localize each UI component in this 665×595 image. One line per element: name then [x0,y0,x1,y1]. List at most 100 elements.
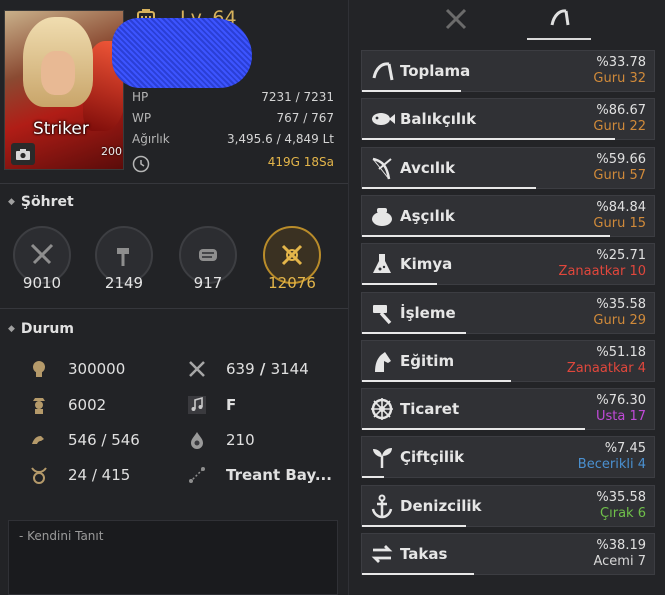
weight-value: 3,495.6 / 4,849 Lt [226,132,334,146]
life-skill-percent: %7.45 [604,441,646,457]
life-skill-rank: Usta 17 [595,409,646,425]
fame-life[interactable]: 2149 [92,226,156,296]
life-skill-card[interactable]: Denizcilik %35.58 Çırak 6 [361,484,655,527]
life-skill-name: Toplama [400,62,471,80]
life-skill-rank: Çırak 6 [600,505,646,521]
camera-icon[interactable] [11,143,35,165]
life-skill-percent: %35.58 [596,489,646,505]
life-skill-name: Aşçılık [400,206,455,225]
life-skill-rank: Becerikli 4 [577,457,646,473]
crossed-swords-icon [443,6,469,36]
fame-life-value: 2149 [104,274,144,292]
self-intro-box[interactable]: - Kendini Tanıt [8,520,338,595]
life-skill-name: Eğitim [400,351,455,370]
soldier-icon [28,394,50,416]
hp-label: HP [132,90,149,104]
life-skill-progress-bar [362,283,437,286]
life-skill-percent: %51.18 [596,344,646,360]
inventory-stat: 24 / 415 [28,464,130,486]
life-skill-name: Ticaret [400,400,460,419]
exchange-arrows-icon [368,540,396,568]
life-skill-name: Avcılık [400,158,456,177]
life-skill-rank: Guru 57 [593,167,646,183]
life-skill-percent: %84.84 [596,199,646,215]
music-stat: F [186,394,236,416]
fame-combat[interactable]: 9010 [10,226,74,296]
life-skill-progress-bar [362,186,536,189]
hp-row: HP 7231 / 7231 [132,90,334,104]
life-skill-progress-bar [362,428,585,431]
life-skill-rank: Guru 29 [593,312,646,328]
playtime-value: 419G 18Sa [267,155,334,169]
fame-adventure[interactable]: 917 [176,226,240,296]
sickle-icon [546,5,572,35]
character-panel: Striker 200 Lv. 64 HP 7231 / 7231 WP 767… [0,0,348,595]
wp-row: WP 767 / 767 [132,111,334,125]
divider [0,308,348,309]
tree-path-icon [186,464,208,486]
energy-stat: 300000 [28,358,125,380]
life-skill-card[interactable]: Ticaret %76.30 Usta 17 [361,388,655,431]
life-skill-card[interactable]: Eğitim %51.18 Zanaatkar 4 [361,339,655,382]
military-stat: 6002 [28,394,106,416]
fame-total-value: 12076 [268,274,316,292]
condition-title: ◆ Durum [8,321,74,337]
contribution-stat: 639 / 3144 [186,358,309,380]
wp-value: 767 / 767 [276,111,334,125]
sickle-icon [368,57,396,85]
fame-total[interactable]: 12076 [260,226,324,296]
music-note-icon [186,394,208,416]
life-skill-rank: Acemi 7 [593,554,646,569]
life-skill-progress-bar [362,90,461,92]
bow-icon [368,154,396,182]
life-skill-card[interactable]: İşleme %35.58 Guru 29 [361,291,655,334]
horse-head-icon [368,347,396,375]
weight-row: Ağırlık 3,495.6 / 4,849 Lt [132,132,334,146]
wp-label: WP [132,111,152,125]
life-skill-percent: %35.58 [596,296,646,312]
life-skill-card[interactable]: Avcılık %59.66 Guru 57 [361,146,655,189]
redacted-family-name [112,18,252,88]
life-skill-card[interactable]: Toplama %33.78 Guru 32 [361,50,655,92]
life-skill-progress-bar [362,138,615,141]
self-intro-label: - Kendini Tanıt [19,529,104,543]
life-skill-percent: %59.66 [596,151,646,167]
fame-title: ◆ Şöhret [8,194,74,210]
character-portrait[interactable]: Striker 200 [4,10,124,170]
life-skill-card[interactable]: Balıkçılık %86.67 Guru 22 [361,98,655,141]
life-skill-rank: Guru 32 [593,71,646,86]
character-name: Striker [33,119,89,139]
anchor-icon [368,492,396,520]
life-skill-rank: Zanaatkar 4 [566,360,646,376]
class-badge: 200 [101,145,122,158]
life-skill-rank: Guru 15 [593,215,646,231]
life-skill-progress-bar [362,331,466,334]
stamina-stat: 546 / 546 [28,429,140,451]
life-skill-card[interactable]: Takas %38.19 Acemi 7 [361,533,655,575]
location-stat: Treant Bay... [186,464,332,486]
ship-wheel-icon [368,395,396,423]
life-skill-card[interactable]: Aşçılık %84.84 Guru 15 [361,194,655,237]
fame-combat-value: 9010 [22,274,62,292]
life-skill-percent: %86.67 [596,103,646,119]
life-skill-name: Denizcilik [400,496,482,515]
clock-icon [132,155,150,176]
fire-drop-icon [186,429,208,451]
life-skill-percent: %38.19 [596,538,646,553]
tab-combat[interactable] [424,2,488,40]
life-skill-percent: %25.71 [596,248,646,264]
life-skill-name: Takas [400,545,448,563]
life-skill-card[interactable]: Çiftçilik %7.45 Becerikli 4 [361,436,655,479]
life-skill-card[interactable]: Kimya %25.71 Zanaatkar 10 [361,243,655,286]
life-skill-progress-bar [362,524,466,527]
sprout-icon [368,443,396,471]
element-stat: 210 [186,429,255,451]
fame-adventure-value: 917 [193,274,223,292]
head-icon [28,358,50,380]
life-skill-rank: Guru 22 [593,119,646,135]
life-skill-name: Çiftçilik [400,448,465,467]
fish-icon [368,105,396,133]
divider [0,183,348,184]
tab-life[interactable] [527,2,591,40]
life-skill-percent: %33.78 [596,55,646,70]
